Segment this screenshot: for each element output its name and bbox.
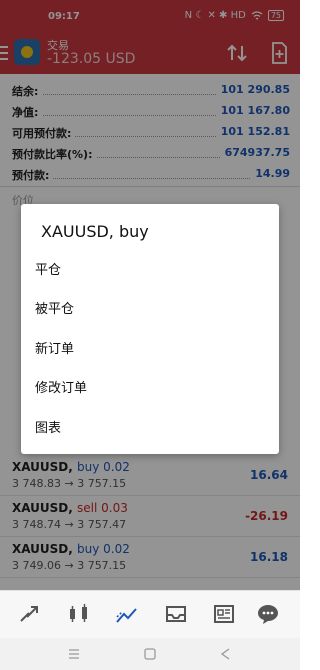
menu-item-new-order[interactable]: 新订单 — [35, 335, 265, 365]
chat-icon[interactable] — [255, 601, 281, 627]
chart-candles-icon[interactable] — [66, 601, 92, 627]
home-icon[interactable] — [142, 646, 158, 662]
bottom-tab-bar — [0, 590, 300, 638]
system-nav-bar — [0, 638, 300, 670]
menu-item-close-position[interactable]: 平仓 — [35, 256, 265, 286]
position-context-dialog: XAUUSD, buy 平仓 被平仓 新订单 修改订单 图表 — [21, 204, 279, 454]
menu-item-modify-order[interactable]: 修改订单 — [35, 374, 265, 404]
history-inbox-icon[interactable] — [163, 601, 189, 627]
dialog-title: XAUUSD, buy — [41, 222, 149, 241]
trade-icon[interactable] — [114, 601, 140, 627]
back-icon[interactable] — [218, 646, 234, 662]
menu-item-chart[interactable]: 图表 — [35, 414, 265, 444]
quotes-icon[interactable] — [17, 601, 43, 627]
menu-item-close-by[interactable]: 被平仓 — [35, 295, 265, 325]
recents-icon[interactable] — [66, 646, 82, 662]
news-icon[interactable] — [211, 601, 237, 627]
